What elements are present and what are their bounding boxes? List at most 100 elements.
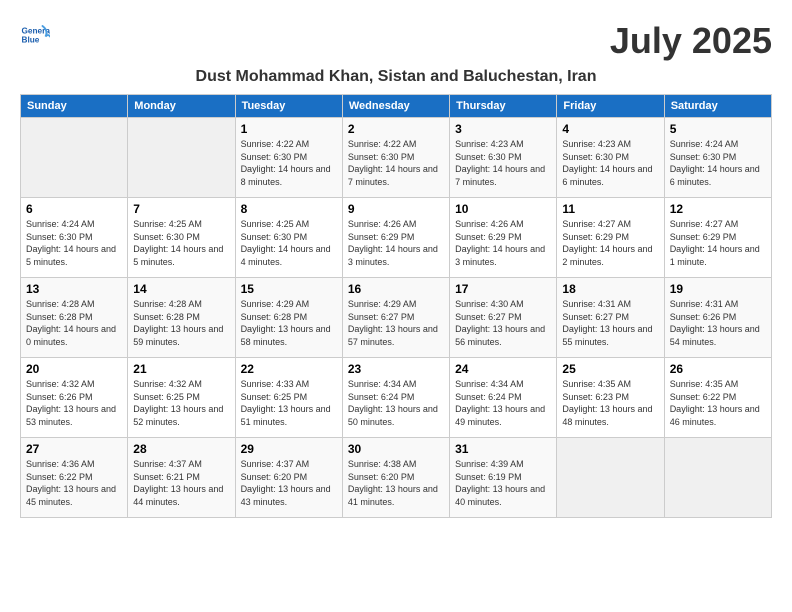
day-info: Sunrise: 4:38 AMSunset: 6:20 PMDaylight:… — [348, 458, 444, 508]
calendar-day-cell: 21 Sunrise: 4:32 AMSunset: 6:25 PMDayligh… — [128, 358, 235, 438]
svg-text:Blue: Blue — [22, 36, 40, 45]
day-info: Sunrise: 4:22 AMSunset: 6:30 PMDaylight:… — [348, 138, 444, 188]
day-number: 14 — [133, 282, 229, 296]
calendar-day-cell: 25 Sunrise: 4:35 AMSunset: 6:23 PMDayligh… — [557, 358, 664, 438]
weekday-header-cell: Saturday — [664, 95, 771, 118]
calendar-body: 1 Sunrise: 4:22 AMSunset: 6:30 PMDaylight… — [21, 118, 772, 518]
calendar-day-cell — [557, 438, 664, 518]
calendar-day-cell: 26 Sunrise: 4:35 AMSunset: 6:22 PMDayligh… — [664, 358, 771, 438]
month-title: July 2025 — [610, 20, 772, 62]
day-info: Sunrise: 4:36 AMSunset: 6:22 PMDaylight:… — [26, 458, 122, 508]
day-number: 7 — [133, 202, 229, 216]
location-subtitle: Dust Mohammad Khan, Sistan and Baluchest… — [20, 68, 772, 86]
day-info: Sunrise: 4:25 AMSunset: 6:30 PMDaylight:… — [133, 218, 229, 268]
day-number: 19 — [670, 282, 766, 296]
day-number: 4 — [562, 122, 658, 136]
day-number: 29 — [241, 442, 337, 456]
day-number: 25 — [562, 362, 658, 376]
day-info: Sunrise: 4:32 AMSunset: 6:25 PMDaylight:… — [133, 378, 229, 428]
logo: General Blue — [20, 20, 54, 50]
day-info: Sunrise: 4:22 AMSunset: 6:30 PMDaylight:… — [241, 138, 337, 188]
day-number: 13 — [26, 282, 122, 296]
day-number: 11 — [562, 202, 658, 216]
day-number: 16 — [348, 282, 444, 296]
calendar-day-cell: 18 Sunrise: 4:31 AMSunset: 6:27 PMDayligh… — [557, 278, 664, 358]
calendar-day-cell: 14 Sunrise: 4:28 AMSunset: 6:28 PMDayligh… — [128, 278, 235, 358]
calendar-day-cell — [21, 118, 128, 198]
day-number: 18 — [562, 282, 658, 296]
calendar-week-row: 13 Sunrise: 4:28 AMSunset: 6:28 PMDayligh… — [21, 278, 772, 358]
month-year-title: July 2025 — [610, 20, 772, 62]
day-number: 3 — [455, 122, 551, 136]
calendar-day-cell: 3 Sunrise: 4:23 AMSunset: 6:30 PMDaylight… — [450, 118, 557, 198]
calendar-day-cell — [664, 438, 771, 518]
day-info: Sunrise: 4:24 AMSunset: 6:30 PMDaylight:… — [670, 138, 766, 188]
calendar-week-row: 1 Sunrise: 4:22 AMSunset: 6:30 PMDaylight… — [21, 118, 772, 198]
day-info: Sunrise: 4:32 AMSunset: 6:26 PMDaylight:… — [26, 378, 122, 428]
day-info: Sunrise: 4:26 AMSunset: 6:29 PMDaylight:… — [455, 218, 551, 268]
day-number: 10 — [455, 202, 551, 216]
day-number: 8 — [241, 202, 337, 216]
weekday-header-cell: Monday — [128, 95, 235, 118]
calendar-day-cell: 24 Sunrise: 4:34 AMSunset: 6:24 PMDayligh… — [450, 358, 557, 438]
calendar-day-cell: 12 Sunrise: 4:27 AMSunset: 6:29 PMDayligh… — [664, 198, 771, 278]
calendar-day-cell: 20Sunrise: 4:32 AMSunset: 6:26 PMDayligh… — [21, 358, 128, 438]
day-info: Sunrise: 4:33 AMSunset: 6:25 PMDaylight:… — [241, 378, 337, 428]
calendar-day-cell: 28 Sunrise: 4:37 AMSunset: 6:21 PMDayligh… — [128, 438, 235, 518]
day-info: Sunrise: 4:27 AMSunset: 6:29 PMDaylight:… — [562, 218, 658, 268]
calendar-day-cell: 4 Sunrise: 4:23 AMSunset: 6:30 PMDaylight… — [557, 118, 664, 198]
day-number: 28 — [133, 442, 229, 456]
calendar-day-cell: 29 Sunrise: 4:37 AMSunset: 6:20 PMDayligh… — [235, 438, 342, 518]
day-info: Sunrise: 4:37 AMSunset: 6:20 PMDaylight:… — [241, 458, 337, 508]
day-info: Sunrise: 4:28 AMSunset: 6:28 PMDaylight:… — [26, 298, 122, 348]
day-number: 27 — [26, 442, 122, 456]
day-info: Sunrise: 4:29 AMSunset: 6:28 PMDaylight:… — [241, 298, 337, 348]
day-number: 9 — [348, 202, 444, 216]
day-number: 17 — [455, 282, 551, 296]
day-number: 12 — [670, 202, 766, 216]
day-info: Sunrise: 4:30 AMSunset: 6:27 PMDaylight:… — [455, 298, 551, 348]
day-info: Sunrise: 4:39 AMSunset: 6:19 PMDaylight:… — [455, 458, 551, 508]
calendar-table: SundayMondayTuesdayWednesdayThursdayFrid… — [20, 94, 772, 518]
calendar-day-cell: 22 Sunrise: 4:33 AMSunset: 6:25 PMDayligh… — [235, 358, 342, 438]
day-info: Sunrise: 4:27 AMSunset: 6:29 PMDaylight:… — [670, 218, 766, 268]
day-info: Sunrise: 4:29 AMSunset: 6:27 PMDaylight:… — [348, 298, 444, 348]
day-number: 2 — [348, 122, 444, 136]
day-number: 5 — [670, 122, 766, 136]
calendar-day-cell: 17 Sunrise: 4:30 AMSunset: 6:27 PMDayligh… — [450, 278, 557, 358]
day-number: 1 — [241, 122, 337, 136]
calendar-day-cell: 11 Sunrise: 4:27 AMSunset: 6:29 PMDayligh… — [557, 198, 664, 278]
day-info: Sunrise: 4:34 AMSunset: 6:24 PMDaylight:… — [348, 378, 444, 428]
day-number: 24 — [455, 362, 551, 376]
weekday-header-cell: Tuesday — [235, 95, 342, 118]
day-info: Sunrise: 4:37 AMSunset: 6:21 PMDaylight:… — [133, 458, 229, 508]
day-number: 6 — [26, 202, 122, 216]
calendar-day-cell: 16 Sunrise: 4:29 AMSunset: 6:27 PMDayligh… — [342, 278, 449, 358]
calendar-day-cell: 31Sunrise: 4:39 AMSunset: 6:19 PMDayligh… — [450, 438, 557, 518]
calendar-day-cell: 27 Sunrise: 4:36 AMSunset: 6:22 PMDayligh… — [21, 438, 128, 518]
calendar-day-cell: 8 Sunrise: 4:25 AMSunset: 6:30 PMDaylight… — [235, 198, 342, 278]
day-info: Sunrise: 4:34 AMSunset: 6:24 PMDaylight:… — [455, 378, 551, 428]
calendar-day-cell: 15 Sunrise: 4:29 AMSunset: 6:28 PMDayligh… — [235, 278, 342, 358]
day-info: Sunrise: 4:23 AMSunset: 6:30 PMDaylight:… — [562, 138, 658, 188]
weekday-header-cell: Thursday — [450, 95, 557, 118]
calendar-day-cell: 5 Sunrise: 4:24 AMSunset: 6:30 PMDaylight… — [664, 118, 771, 198]
day-info: Sunrise: 4:31 AMSunset: 6:27 PMDaylight:… — [562, 298, 658, 348]
weekday-header-cell: Wednesday — [342, 95, 449, 118]
calendar-week-row: 6 Sunrise: 4:24 AMSunset: 6:30 PMDaylight… — [21, 198, 772, 278]
day-info: Sunrise: 4:35 AMSunset: 6:22 PMDaylight:… — [670, 378, 766, 428]
day-number: 15 — [241, 282, 337, 296]
day-number: 21 — [133, 362, 229, 376]
calendar-day-cell: 9Sunrise: 4:26 AMSunset: 6:29 PMDaylight… — [342, 198, 449, 278]
day-info: Sunrise: 4:25 AMSunset: 6:30 PMDaylight:… — [241, 218, 337, 268]
day-number: 22 — [241, 362, 337, 376]
calendar-day-cell: 6 Sunrise: 4:24 AMSunset: 6:30 PMDaylight… — [21, 198, 128, 278]
day-info: Sunrise: 4:23 AMSunset: 6:30 PMDaylight:… — [455, 138, 551, 188]
day-number: 26 — [670, 362, 766, 376]
day-info: Sunrise: 4:28 AMSunset: 6:28 PMDaylight:… — [133, 298, 229, 348]
weekday-header-cell: Friday — [557, 95, 664, 118]
day-info: Sunrise: 4:24 AMSunset: 6:30 PMDaylight:… — [26, 218, 122, 268]
weekday-header-row: SundayMondayTuesdayWednesdayThursdayFrid… — [21, 95, 772, 118]
calendar-day-cell: 7 Sunrise: 4:25 AMSunset: 6:30 PMDaylight… — [128, 198, 235, 278]
day-info: Sunrise: 4:35 AMSunset: 6:23 PMDaylight:… — [562, 378, 658, 428]
